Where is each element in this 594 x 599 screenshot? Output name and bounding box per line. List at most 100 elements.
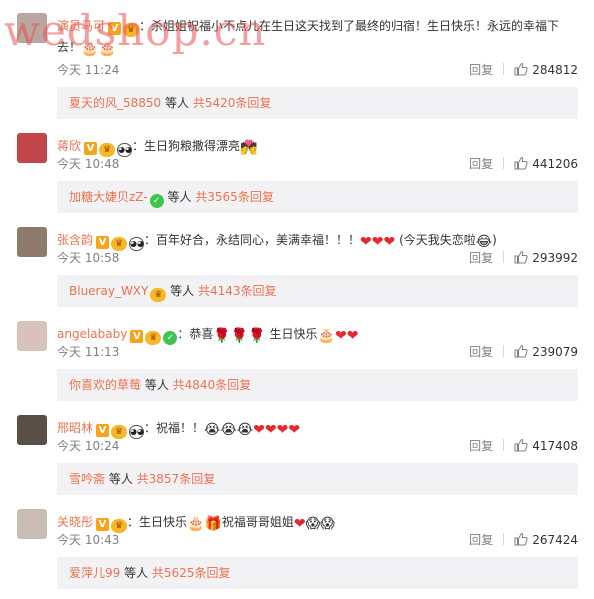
shocked-emoji-icon: 😱 <box>320 516 335 532</box>
sub-replies-bar[interactable]: 加糖大婕贝zZ- ✓ 等人 共3565条回复 <box>57 181 578 213</box>
like-button[interactable]: 441206 <box>514 156 578 172</box>
kissing-couple-emoji-icon: 💏 <box>240 140 258 156</box>
like-button[interactable]: 293992 <box>514 250 578 266</box>
sub-reply-user[interactable]: 加糖大婕贝zZ- <box>69 190 148 204</box>
heart-emoji-icon: ❤ <box>253 422 265 438</box>
sub-replies-bar[interactable]: 爱萍儿99 等人 共5625条回复 <box>57 557 578 589</box>
sub-reply-user[interactable]: 雪吟斋 <box>69 472 105 486</box>
heart-emoji-icon: ❤ <box>293 516 306 532</box>
comment-username[interactable]: angelababy <box>57 327 127 341</box>
cake-emoji-icon: 🎂 <box>317 328 335 344</box>
comment-body: 演员马可 V ♛ ：杀姐姐祝福小不点儿在生日这天找到了最终的归宿！生日快乐！永远的幸福… <box>57 16 577 58</box>
divider <box>503 251 505 263</box>
reply-button[interactable]: 回复 <box>469 157 493 171</box>
divider <box>503 533 505 545</box>
rose-emoji-icon: 🌹 <box>213 328 231 344</box>
comment-item: 关晓彤 V ♛ ：生日快乐🎂🎁祝福哥哥姐姐❤😱😱 今天 10:43 回复 267424 … <box>0 509 594 599</box>
divider <box>503 439 505 451</box>
sub-replies-bar[interactable]: 雪吟斋 等人 共3857条回复 <box>57 463 578 495</box>
sub-reply-user[interactable]: 你喜欢的草莓 <box>69 378 141 392</box>
reply-button[interactable]: 回复 <box>469 439 493 453</box>
like-button[interactable]: 417408 <box>514 438 578 454</box>
sub-replies-bar[interactable]: 你喜欢的草莓 等人 共4840条回复 <box>57 369 578 401</box>
comment-body: 蒋欣 V ♛ ◕◕：生日狗粮撒得漂亮💏 <box>57 136 577 157</box>
comment-text: ：生日快乐 <box>127 515 188 529</box>
sub-reply-count[interactable]: 共5625条回复 <box>152 566 231 580</box>
panda-badge-icon: ◕◕ <box>129 425 145 439</box>
reply-button[interactable]: 回复 <box>469 533 493 547</box>
thumbs-up-icon <box>514 532 528 546</box>
comment-item: 演员马可 V ♛ ：杀姐姐祝福小不点儿在生日这天找到了最终的归宿！生日快乐！永远的幸福… <box>0 13 594 119</box>
avatar[interactable] <box>17 133 47 163</box>
sub-reply-count[interactable]: 共3857条回复 <box>137 472 216 486</box>
comment-actions: 回复 293992 <box>469 250 578 266</box>
sub-reply-user[interactable]: 夏天的风_58850 <box>69 96 161 110</box>
comment-text-end: ) <box>492 233 497 247</box>
heart-emoji-icon: ❤ <box>360 234 372 250</box>
like-button[interactable]: 239079 <box>514 344 578 360</box>
avatar[interactable] <box>17 227 47 257</box>
comment-body: 关晓彤 V ♛ ：生日快乐🎂🎁祝福哥哥姐姐❤😱😱 <box>57 512 577 533</box>
crown-badge-icon: ♛ <box>123 23 140 37</box>
comment-username[interactable]: 演员马可 <box>57 19 105 33</box>
reply-button[interactable]: 回复 <box>469 251 493 265</box>
laughing-emoji-icon: 😂 <box>475 234 493 250</box>
comment-item: 蒋欣 V ♛ ◕◕：生日狗粮撒得漂亮💏 今天 10:48 回复 441206 加糖大婕贝… <box>0 133 594 227</box>
sub-reply-user[interactable]: 爱萍儿99 <box>69 566 120 580</box>
comment-time: 今天 10:48 <box>57 157 120 171</box>
divider <box>503 63 505 75</box>
sub-replies-bar[interactable]: 夏天的风_58850 等人 共5420条回复 <box>57 87 578 119</box>
verified-badge-icon: V <box>96 424 110 437</box>
reply-button[interactable]: 回复 <box>469 345 493 359</box>
heart-emoji-icon: ❤ <box>334 328 347 344</box>
avatar[interactable] <box>17 13 47 43</box>
like-button[interactable]: 284812 <box>514 62 578 78</box>
verified-badge-icon: V <box>108 22 122 35</box>
sub-reply-count[interactable]: 共4143条回复 <box>198 284 277 298</box>
comment-username[interactable]: 关晓彤 <box>57 515 93 529</box>
sub-reply-count[interactable]: 共4840条回复 <box>173 378 252 392</box>
comment-item: 邢昭林 V ♛ ◕◕：祝福！！😭😭😭❤❤❤❤ 今天 10:24 回复 417408 雪吟… <box>0 415 594 509</box>
sub-replies-bar[interactable]: Blueray_WXY ♛ 等人 共4143条回复 <box>57 275 578 307</box>
rose-emoji-icon: 🌹 <box>248 328 266 344</box>
panda-badge-icon: ◕◕ <box>129 237 145 251</box>
like-button[interactable]: 267424 <box>514 532 578 548</box>
thumbs-up-icon <box>514 156 528 170</box>
sub-reply-mid: 等人 <box>120 566 152 580</box>
comment-time: 今天 11:13 <box>57 345 120 359</box>
comment-time: 今天 11:24 <box>57 63 120 77</box>
sub-reply-mid: 等人 <box>166 284 198 298</box>
verified-badge-icon: V <box>96 518 110 531</box>
green-badge-icon: ✓ <box>163 331 178 345</box>
comment-time: 今天 10:24 <box>57 439 120 453</box>
sub-reply-count[interactable]: 共5420条回复 <box>193 96 272 110</box>
avatar[interactable] <box>17 415 47 445</box>
thumbs-up-icon <box>514 344 528 358</box>
rose-emoji-icon: 🌹 <box>230 328 249 344</box>
heart-emoji-icon: ❤ <box>276 422 289 438</box>
cake-emoji-icon: 🎂 <box>81 41 99 57</box>
comment-text-suffix: 生日快乐 <box>269 327 318 341</box>
reply-button[interactable]: 回复 <box>469 63 493 77</box>
like-count: 267424 <box>532 533 578 547</box>
sub-reply-count[interactable]: 共3565条回复 <box>195 190 274 204</box>
avatar[interactable] <box>17 321 47 351</box>
comment-item: 张含韵 V ♛ ◕◕：百年好合，永结同心，美满幸福！！！❤❤❤ (今天我失恋啦😂) 今… <box>0 227 594 321</box>
comment-actions: 回复 239079 <box>469 344 578 360</box>
comment-actions: 回复 417408 <box>469 438 578 454</box>
comment-username[interactable]: 张含韵 <box>57 233 93 247</box>
verified-badge-icon: V <box>84 142 98 155</box>
crying-emoji-icon: 😭 <box>236 422 254 438</box>
heart-emoji-icon: ❤ <box>288 422 301 438</box>
avatar[interactable] <box>17 509 47 539</box>
comment-username[interactable]: 蒋欣 <box>57 139 81 153</box>
like-count: 239079 <box>532 345 578 359</box>
crown-badge-icon: ♛ <box>111 519 128 533</box>
comment-item: angelababy V ♛ ✓ ：恭喜🌹🌹🌹 生日快乐🎂❤❤ 今天 11:13 回复 2… <box>0 321 594 415</box>
sub-reply-user[interactable]: Blueray_WXY <box>69 284 148 298</box>
heart-emoji-icon: ❤ <box>264 422 277 438</box>
crown-badge-icon: ♛ <box>150 288 167 302</box>
comment-actions: 回复 441206 <box>469 156 578 172</box>
gift-emoji-icon: 🎁 <box>204 516 222 532</box>
comment-username[interactable]: 邢昭林 <box>57 421 93 435</box>
